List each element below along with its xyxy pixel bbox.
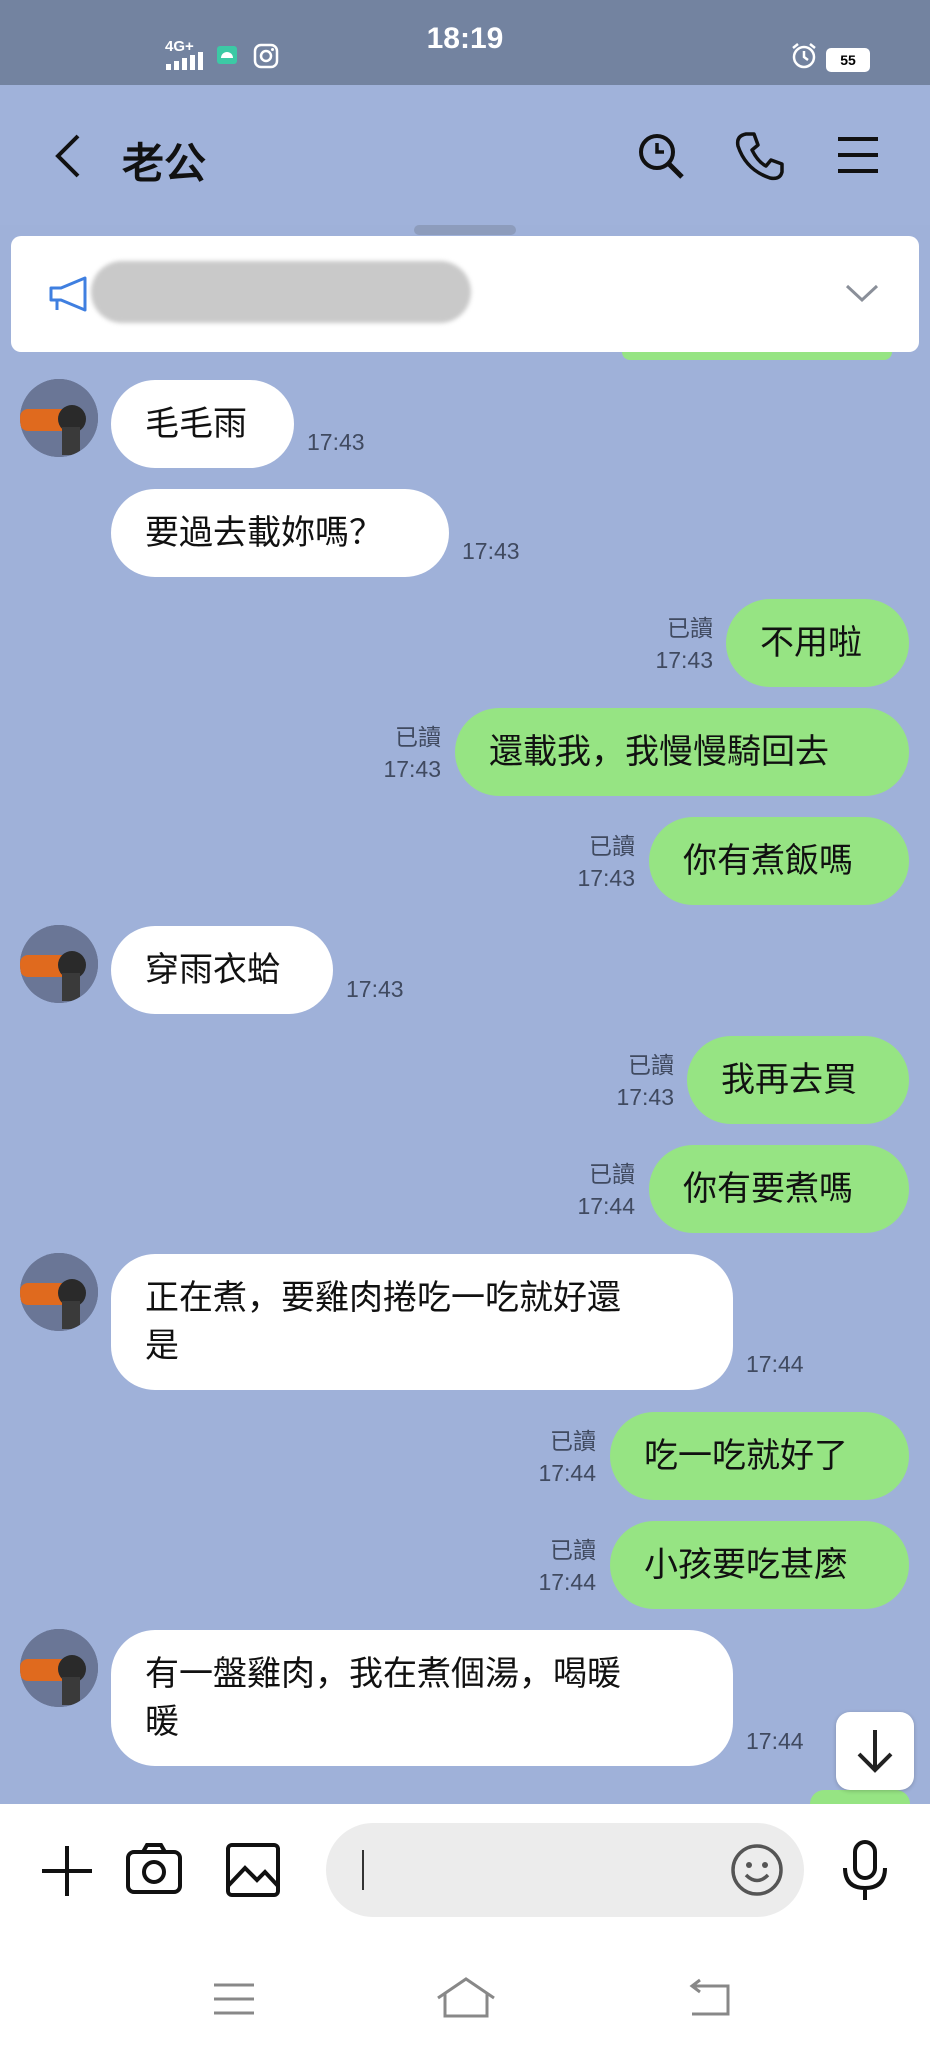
message-bubble-in[interactable]: 毛毛雨 [111,380,294,468]
system-nav-bar [0,1936,930,2046]
avatar[interactable] [20,1253,98,1331]
search-icon[interactable] [636,131,686,181]
read-receipt: 已讀 [395,724,441,750]
image-icon[interactable] [225,1842,281,1898]
drag-handle[interactable] [414,225,516,235]
chevron-down-icon[interactable] [845,283,879,303]
announcement-banner[interactable] [11,236,919,352]
message-time: 17:44 [538,1460,596,1486]
back-icon[interactable] [50,132,86,180]
emoji-icon[interactable] [729,1842,785,1898]
message-input[interactable] [326,1823,804,1917]
redacted-content [91,261,471,323]
plus-icon[interactable] [40,1844,94,1898]
message-bubble-out[interactable]: 吃一吃就好了 [610,1412,909,1500]
camera-icon[interactable] [125,1842,183,1896]
text-cursor [362,1850,364,1890]
message-time: 17:43 [462,538,520,564]
chat-title: 老公 [122,139,207,188]
message-time: 17:43 [346,976,404,1002]
alarm-icon [792,43,816,69]
message-bubble-out[interactable]: 你有煮飯嗎 [649,817,909,905]
avatar[interactable] [20,1629,98,1707]
read-receipt: 已讀 [550,1537,596,1563]
bubble-peek [810,1790,910,1804]
chat-header: 老公 [0,85,930,225]
avatar[interactable] [20,925,98,1003]
megaphone-icon [49,276,87,312]
bubble-peek [622,352,892,360]
read-receipt: 已讀 [550,1428,596,1454]
back-nav-icon[interactable] [686,1978,732,2018]
message-bubble-out[interactable]: 不用啦 [726,599,909,687]
arrow-down-icon [857,1730,893,1773]
message-time: 17:43 [616,1084,674,1110]
phone-icon[interactable] [734,130,786,182]
message-bubble-in[interactable]: 正在煮，要雞肉捲吃一吃就好還 是 [111,1254,733,1390]
avatar[interactable] [20,379,98,457]
microphone-icon[interactable] [840,1840,890,1902]
read-receipt: 已讀 [589,833,635,859]
message-bubble-out[interactable]: 小孩要吃甚麼 [610,1521,909,1609]
message-time: 17:43 [577,865,635,891]
recent-apps-icon[interactable] [212,1982,256,2016]
home-icon[interactable] [435,1976,497,2020]
scroll-to-bottom-button[interactable] [836,1712,914,1790]
read-receipt: 已讀 [667,615,713,641]
message-time: 17:43 [383,756,441,782]
battery-indicator: 55 [826,48,870,72]
read-receipt: 已讀 [589,1161,635,1187]
read-receipt: 已讀 [628,1052,674,1078]
menu-icon[interactable] [836,135,880,175]
message-time: 17:44 [538,1569,596,1595]
message-bubble-out[interactable]: 你有要煮嗎 [649,1145,909,1233]
message-bubble-in[interactable]: 有一盤雞肉，我在煮個湯，喝暖 暖 [111,1630,733,1766]
message-time: 17:44 [577,1193,635,1219]
message-time: 17:43 [655,647,713,673]
message-bubble-in[interactable]: 要過去載妳嗎？ [111,489,449,577]
message-bubble-out[interactable]: 還載我，我慢慢騎回去 [455,708,909,796]
message-time: 17:44 [746,1728,804,1754]
message-bubble-in[interactable]: 穿雨衣蛤 [111,926,333,1014]
message-bubble-out[interactable]: 我再去買 [687,1036,909,1124]
message-time: 17:44 [746,1351,804,1377]
message-time: 17:43 [307,429,365,455]
status-bar: 4G+ 18:19 55 [0,0,930,85]
